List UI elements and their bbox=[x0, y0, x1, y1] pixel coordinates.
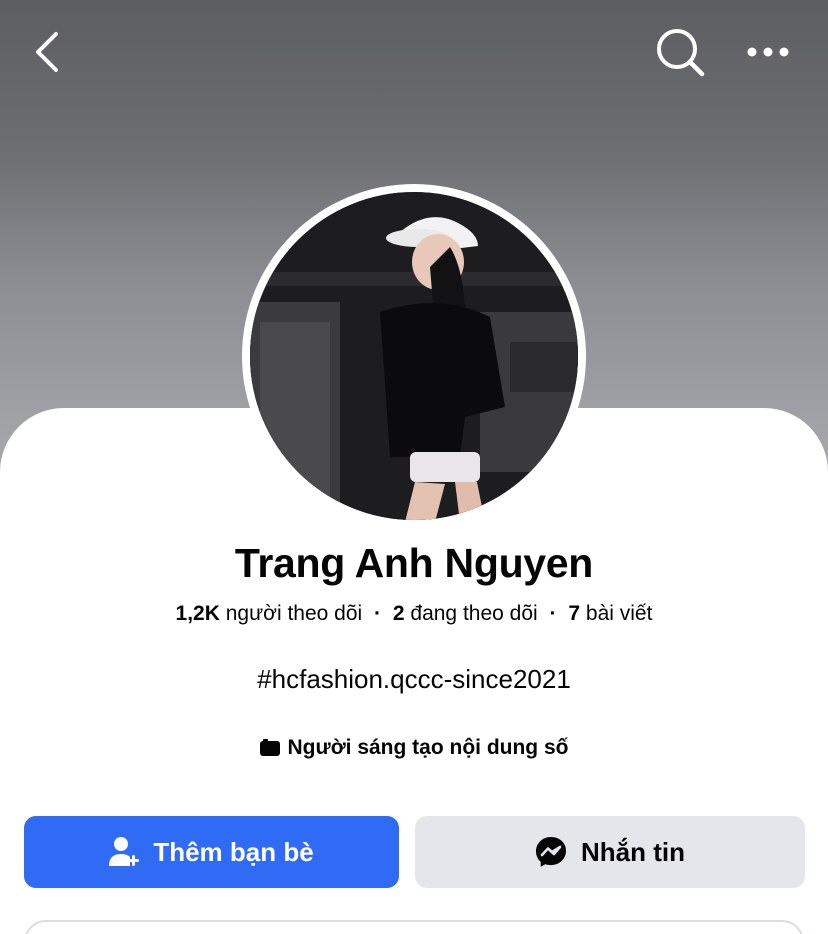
posts-label: bài viết bbox=[585, 602, 653, 625]
chevron-left-icon[interactable] bbox=[28, 28, 68, 76]
profile-stats: 1,2K người theo dõi · 2 đang theo dõi · … bbox=[0, 602, 828, 626]
following-label[interactable]: đang theo dõi bbox=[410, 602, 537, 625]
next-section-card bbox=[24, 920, 804, 934]
profile-category: Người sáng tạo nội dung số bbox=[0, 736, 828, 760]
add-friend-icon bbox=[109, 837, 140, 866]
avatar-photo bbox=[250, 192, 578, 520]
person-photo-illustration bbox=[250, 192, 578, 520]
messenger-icon bbox=[536, 837, 566, 867]
followers-label[interactable]: người theo dõi bbox=[226, 602, 362, 625]
message-label: Nhắn tin bbox=[581, 836, 685, 867]
message-button[interactable]: Nhắn tin bbox=[415, 816, 805, 888]
add-friend-label: Thêm bạn bè bbox=[153, 836, 314, 867]
profile-name: Trang Anh Nguyen bbox=[234, 540, 594, 586]
followers-count[interactable]: 1,2K bbox=[176, 602, 220, 625]
following-count[interactable]: 2 bbox=[393, 602, 405, 625]
stats-separator: · bbox=[549, 602, 557, 625]
profile-bio: #hcfashion.qccc-since2021 bbox=[257, 664, 571, 694]
category-label: Người sáng tạo nội dung số bbox=[287, 736, 569, 759]
stats-separator: · bbox=[374, 602, 382, 625]
more-horizontal-icon[interactable] bbox=[744, 34, 792, 70]
posts-count: 7 bbox=[568, 602, 581, 625]
profile-avatar[interactable] bbox=[242, 184, 586, 528]
video-creator-icon bbox=[259, 739, 280, 756]
add-friend-button[interactable]: Thêm bạn bè bbox=[24, 816, 399, 888]
search-icon[interactable] bbox=[652, 24, 708, 80]
